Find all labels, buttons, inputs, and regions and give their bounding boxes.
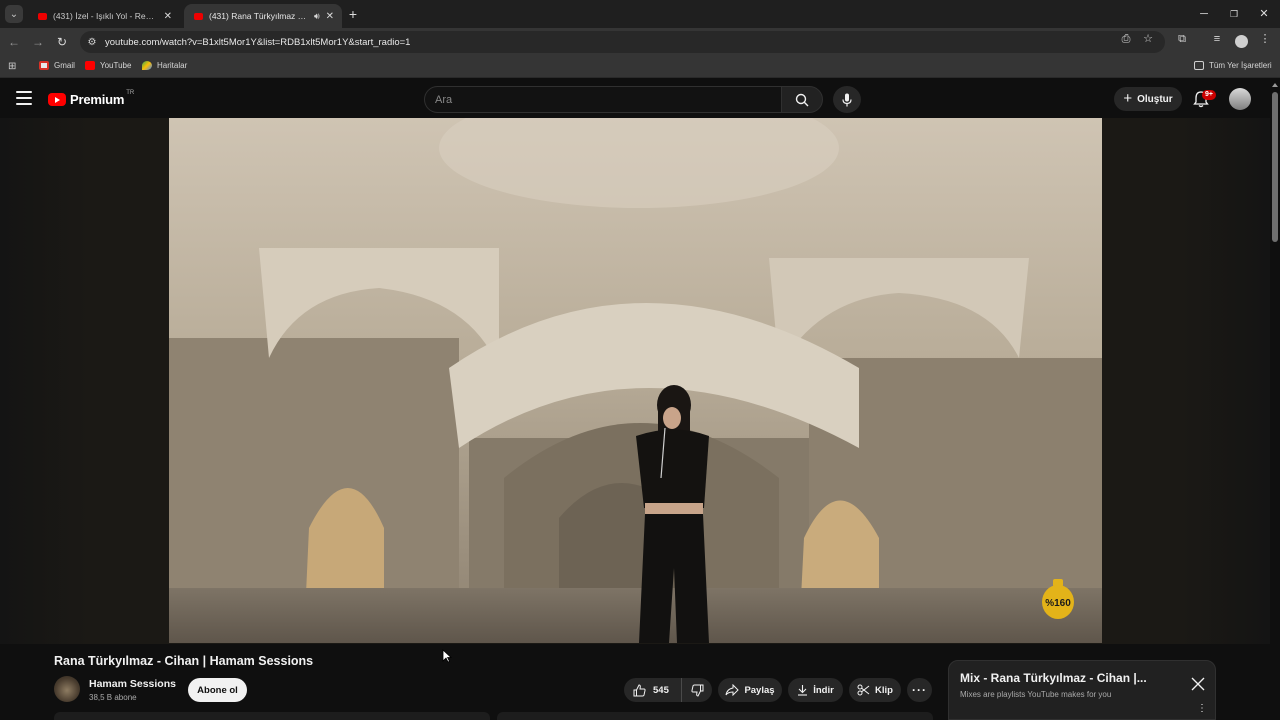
url-text: youtube.com/watch?v=B1xlt5Mor1Y&list=RDB… bbox=[105, 36, 411, 48]
tab-close-icon[interactable]: ✕ bbox=[326, 11, 334, 22]
search-button[interactable] bbox=[781, 86, 823, 113]
youtube-play-logo-icon bbox=[48, 93, 66, 106]
youtube-icon bbox=[85, 61, 95, 70]
comments-box-edge bbox=[497, 712, 933, 720]
clip-label: Klip bbox=[875, 684, 893, 696]
tab-close-icon[interactable]: ✕ bbox=[164, 11, 172, 22]
youtube-header: Premium TR Ara + Oluştur 9+ bbox=[0, 79, 1280, 119]
download-button[interactable]: İndir bbox=[788, 678, 843, 702]
download-label: İndir bbox=[813, 684, 834, 696]
bookmark-star-icon[interactable]: ☆ bbox=[1140, 31, 1156, 47]
share-button[interactable]: Paylaş bbox=[718, 678, 782, 702]
extensions-icon[interactable]: ⧉ bbox=[1174, 31, 1190, 47]
like-button[interactable]: 545 bbox=[624, 678, 682, 702]
download-icon bbox=[798, 685, 808, 696]
tab-label: (431) Rana Türkyılmaz - Cih… bbox=[209, 11, 308, 21]
description-box-edge bbox=[54, 712, 490, 720]
all-bookmarks-label: Tüm Yer İşaretleri bbox=[1209, 61, 1272, 70]
folder-icon bbox=[1194, 61, 1204, 70]
channel-avatar[interactable] bbox=[54, 676, 80, 702]
mouse-cursor-icon bbox=[442, 649, 452, 663]
channel-name[interactable]: Hamam Sessions bbox=[89, 678, 176, 690]
video-player[interactable] bbox=[169, 118, 1102, 643]
share-label: Paylaş bbox=[744, 684, 775, 696]
browser-tab-strip: ⌄ (431) İzel - Işıklı Yol - Reverb (W… ✕… bbox=[0, 0, 1280, 28]
page-scrollbar[interactable] bbox=[1270, 79, 1280, 720]
subscriber-count: 38,5 B abone bbox=[89, 693, 137, 702]
browser-tab-izel[interactable]: (431) İzel - Işıklı Yol - Reverb (W… ✕ bbox=[28, 4, 180, 28]
logo-text: Premium bbox=[70, 92, 125, 107]
install-app-icon[interactable]: ⎙ bbox=[1118, 31, 1134, 47]
search-icon bbox=[795, 93, 809, 106]
scroll-up-arrow-icon[interactable] bbox=[1272, 83, 1278, 87]
address-bar[interactable]: ⚙︎ youtube.com/watch?v=B1xlt5Mor1Y&list=… bbox=[80, 31, 1165, 53]
bookmark-gmail[interactable]: Gmail bbox=[39, 61, 75, 70]
forward-icon[interactable]: → bbox=[30, 34, 46, 50]
dislike-button[interactable] bbox=[682, 678, 712, 702]
microphone-icon bbox=[842, 93, 852, 106]
new-tab-button[interactable]: + bbox=[345, 6, 361, 22]
subscribe-button[interactable]: Abone ol bbox=[188, 678, 247, 702]
channel-watermark-logo: %160 bbox=[1042, 579, 1074, 619]
mix-subtitle: Mixes are playlists YouTube makes for yo… bbox=[960, 690, 1112, 699]
account-avatar[interactable] bbox=[1229, 88, 1251, 110]
bookmarks-bar: ⊞ Gmail YouTube Haritalar Tüm Yer İşaret… bbox=[0, 56, 1280, 78]
bookmark-label: Haritalar bbox=[157, 61, 188, 70]
video-title: Rana Türkyılmaz - Cihan | Hamam Sessions bbox=[54, 654, 314, 668]
country-code: TR bbox=[126, 89, 135, 96]
share-arrow-icon bbox=[725, 684, 740, 696]
all-bookmarks[interactable]: Tüm Yer İşaretleri bbox=[1194, 61, 1272, 70]
close-window-icon[interactable]: ✕ bbox=[1256, 6, 1272, 22]
create-label: Oluştur bbox=[1137, 93, 1173, 105]
more-vertical-icon[interactable]: ⋮ bbox=[1197, 704, 1207, 714]
bookmark-maps[interactable]: Haritalar bbox=[142, 61, 187, 70]
youtube-premium-logo[interactable]: Premium TR bbox=[48, 89, 135, 107]
scissors-icon bbox=[857, 684, 870, 696]
youtube-favicon-icon bbox=[194, 12, 203, 20]
thumbs-down-icon bbox=[690, 684, 703, 697]
more-actions-button[interactable]: ··· bbox=[907, 678, 932, 702]
search-input[interactable]: Ara bbox=[424, 86, 782, 113]
profile-avatar[interactable] bbox=[1235, 35, 1248, 48]
site-info-icon[interactable]: ⚙︎ bbox=[85, 37, 99, 48]
youtube-favicon-icon bbox=[38, 12, 47, 20]
voice-search-button[interactable] bbox=[833, 86, 861, 113]
browser-toolbar: ← → ↻ ⚙︎ youtube.com/watch?v=B1xlt5Mor1Y… bbox=[0, 28, 1280, 56]
media-controls-icon[interactable]: ≡ bbox=[1209, 31, 1225, 47]
bookmark-youtube[interactable]: YouTube bbox=[85, 61, 131, 70]
create-button[interactable]: + Oluştur bbox=[1114, 87, 1182, 111]
minimize-icon[interactable]: ─ bbox=[1196, 6, 1212, 22]
browser-tab-rana[interactable]: (431) Rana Türkyılmaz - Cih… 🔊︎ ✕ bbox=[184, 4, 342, 28]
apps-grid-icon[interactable]: ⊞ bbox=[8, 61, 19, 72]
clip-button[interactable]: Klip bbox=[849, 678, 901, 702]
bookmark-label: YouTube bbox=[100, 61, 132, 70]
speaker-icon[interactable]: 🔊︎ bbox=[314, 11, 320, 22]
like-dislike-group: 545 bbox=[624, 678, 712, 702]
scrollbar-thumb[interactable] bbox=[1272, 92, 1278, 242]
mix-title[interactable]: Mix - Rana Türkyılmaz - Cihan |... bbox=[960, 671, 1147, 685]
tab-label: (431) İzel - Işıklı Yol - Reverb (W… bbox=[53, 11, 158, 21]
maps-icon bbox=[142, 61, 152, 70]
tab-search-chevron-icon[interactable]: ⌄ bbox=[5, 5, 23, 23]
search-placeholder: Ara bbox=[435, 93, 453, 106]
back-icon[interactable]: ← bbox=[6, 34, 22, 50]
bookmark-label: Gmail bbox=[54, 61, 75, 70]
gmail-icon bbox=[39, 61, 49, 70]
reload-icon[interactable]: ↻ bbox=[54, 34, 70, 50]
watermark-text: %160 bbox=[1045, 598, 1071, 609]
chrome-menu-icon[interactable]: ⋮ bbox=[1257, 31, 1273, 47]
like-count: 545 bbox=[653, 684, 669, 696]
restore-icon[interactable]: ❐ bbox=[1226, 6, 1242, 22]
more-horizontal-icon: ··· bbox=[912, 683, 927, 697]
close-icon[interactable] bbox=[1191, 677, 1205, 691]
plus-icon: + bbox=[1123, 90, 1133, 107]
mix-playlist-panel: Mix - Rana Türkyılmaz - Cihan |... Mixes… bbox=[948, 660, 1216, 720]
thumbs-up-icon bbox=[633, 683, 646, 696]
notification-count-badge: 9+ bbox=[1202, 90, 1216, 100]
menu-icon[interactable] bbox=[16, 91, 32, 105]
